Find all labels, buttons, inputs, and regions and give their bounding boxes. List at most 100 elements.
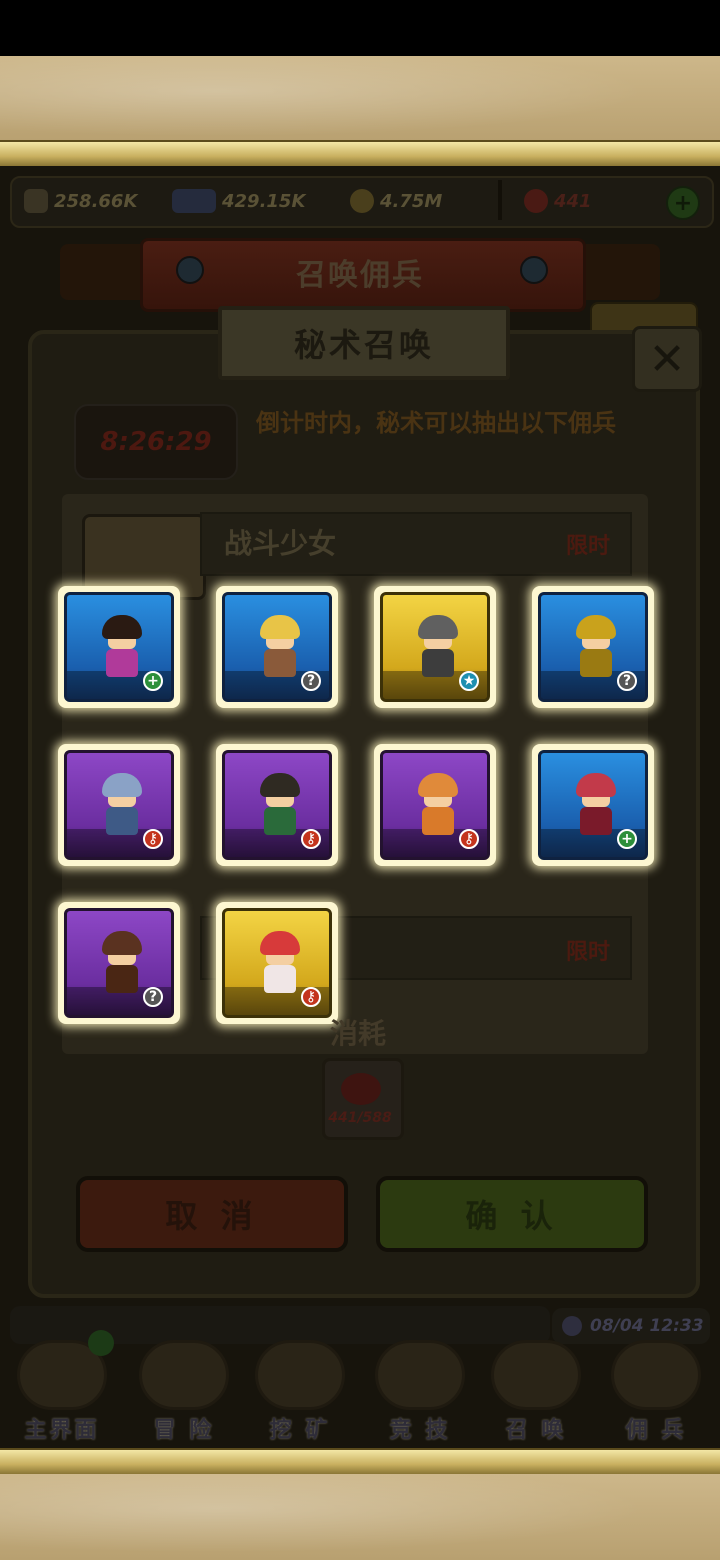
question-badge-icon: ? (143, 987, 163, 1007)
hero-sprite (256, 773, 304, 841)
banner-gem-left (176, 256, 204, 284)
hero-sprite (98, 773, 146, 841)
cost-label: 消耗 (330, 1017, 387, 1050)
island-icon (139, 1340, 229, 1410)
hero-slot[interactable]: + (532, 744, 654, 866)
sword-icon (24, 189, 48, 213)
hero-sprite (414, 773, 462, 841)
hero-card: ⚷ (222, 750, 332, 860)
summon-scroll-icon (491, 1340, 581, 1410)
hero-sprite (414, 615, 462, 683)
nav-mercenary[interactable]: 佣 兵 (596, 1340, 716, 1444)
hero-sprite (256, 931, 304, 999)
nav-arena[interactable]: 竞 技 (360, 1340, 480, 1444)
exp-icon (172, 189, 216, 213)
crossed-swords-icon (375, 1340, 465, 1410)
hero-card: ★ (380, 592, 490, 702)
hero-hair (260, 773, 300, 797)
hero-card: + (64, 592, 174, 702)
hero-slot[interactable]: ⚷ (216, 902, 338, 1024)
confirm-button[interactable]: 确 认 (376, 1176, 648, 1252)
cost-amount: 441/588 (328, 1110, 392, 1126)
resource-exp-value: 429.15K (222, 190, 306, 212)
hero-hair (102, 931, 142, 955)
hero-slot[interactable]: ? (532, 586, 654, 708)
coin-icon (350, 189, 374, 213)
hero-slot[interactable]: ⚷ (216, 744, 338, 866)
resource-exp: 429.15K (172, 186, 305, 216)
resource-gems: 441 (524, 186, 592, 216)
resource-attack: 258.66K (24, 186, 137, 216)
nav-summon[interactable]: 召 唤 (476, 1340, 596, 1444)
datetime: 08/04 12:33 (590, 1316, 704, 1336)
add-gems-button[interactable]: + (666, 186, 700, 220)
hero-card: + (538, 750, 648, 860)
plus-badge-icon: + (617, 829, 637, 849)
close-button[interactable]: ✕ (632, 326, 702, 392)
hero-card: ⚷ (222, 908, 332, 1018)
nav-mining[interactable]: 挖 矿 (240, 1340, 360, 1444)
clock-box: 08/04 12:33 (552, 1308, 710, 1344)
hero-slot[interactable]: ⚷ (58, 744, 180, 866)
hero-hair (102, 615, 142, 639)
resource-gold-value: 4.75M (380, 190, 443, 212)
hero-body (106, 649, 138, 677)
hero-body (264, 965, 296, 993)
hero-body (106, 807, 138, 835)
hero-hair (260, 615, 300, 639)
parchment-top (0, 56, 720, 144)
key-badge-icon: ⚷ (301, 829, 321, 849)
hero-card: ⚷ (64, 750, 174, 860)
hero-sprite (256, 615, 304, 683)
meat-icon (341, 1073, 381, 1105)
hero-hair (418, 615, 458, 639)
resource-attack-value: 258.66K (54, 190, 138, 212)
hero-slot[interactable]: + (58, 586, 180, 708)
hero-hair (576, 773, 616, 797)
row-2-limited-tag: 限时 (566, 940, 611, 965)
hero-hair (576, 615, 616, 639)
notification-dot (88, 1330, 114, 1356)
page-title: 召唤佣兵 (296, 258, 424, 293)
hero-card: ? (538, 592, 648, 702)
hero-hair (260, 931, 300, 955)
cost-item (322, 1058, 404, 1140)
key-badge-icon: ⚷ (143, 829, 163, 849)
parchment-bottom (0, 1474, 720, 1560)
hero-slot[interactable]: ★ (374, 586, 496, 708)
key-badge-icon: ⚷ (459, 829, 479, 849)
hero-hair (102, 773, 142, 797)
star-badge-icon: ★ (459, 671, 479, 691)
question-badge-icon: ? (301, 671, 321, 691)
hero-card: ? (64, 908, 174, 1018)
hero-sprite (98, 615, 146, 683)
gem-icon (524, 189, 548, 213)
resource-gems-value: 441 (554, 190, 592, 212)
hero-slot[interactable]: ⚷ (374, 744, 496, 866)
cancel-button[interactable]: 取 消 (76, 1176, 348, 1252)
nav-summon-label: 召 唤 (505, 1418, 567, 1443)
hero-body (580, 807, 612, 835)
plus-icon: + (673, 190, 693, 216)
hero-slot[interactable]: ? (58, 902, 180, 1024)
nav-adventure[interactable]: 冒 险 (124, 1340, 244, 1444)
resource-gold: 4.75M (350, 186, 442, 216)
hero-slot[interactable]: ? (216, 586, 338, 708)
hero-card: ? (222, 592, 332, 702)
nav-main-label: 主界面 (24, 1418, 100, 1443)
nav-adventure-label: 冒 险 (153, 1418, 215, 1443)
hero-sprite (572, 615, 620, 683)
pickaxe-icon (255, 1340, 345, 1410)
hero-body (422, 649, 454, 677)
key-badge-icon: ⚷ (301, 987, 321, 1007)
dialog-subtitle: 秘术召唤 (218, 306, 510, 380)
status-strip (0, 0, 720, 56)
clock-icon (562, 1316, 582, 1336)
tent-icon (611, 1340, 701, 1410)
row-1-title: 战斗少女 (224, 527, 337, 560)
countdown-timer: 8:26:29 (74, 404, 238, 480)
nav-arena-label: 竞 技 (389, 1418, 451, 1443)
hero-hair (418, 773, 458, 797)
hero-body (264, 807, 296, 835)
nav-mining-label: 挖 矿 (269, 1418, 331, 1443)
